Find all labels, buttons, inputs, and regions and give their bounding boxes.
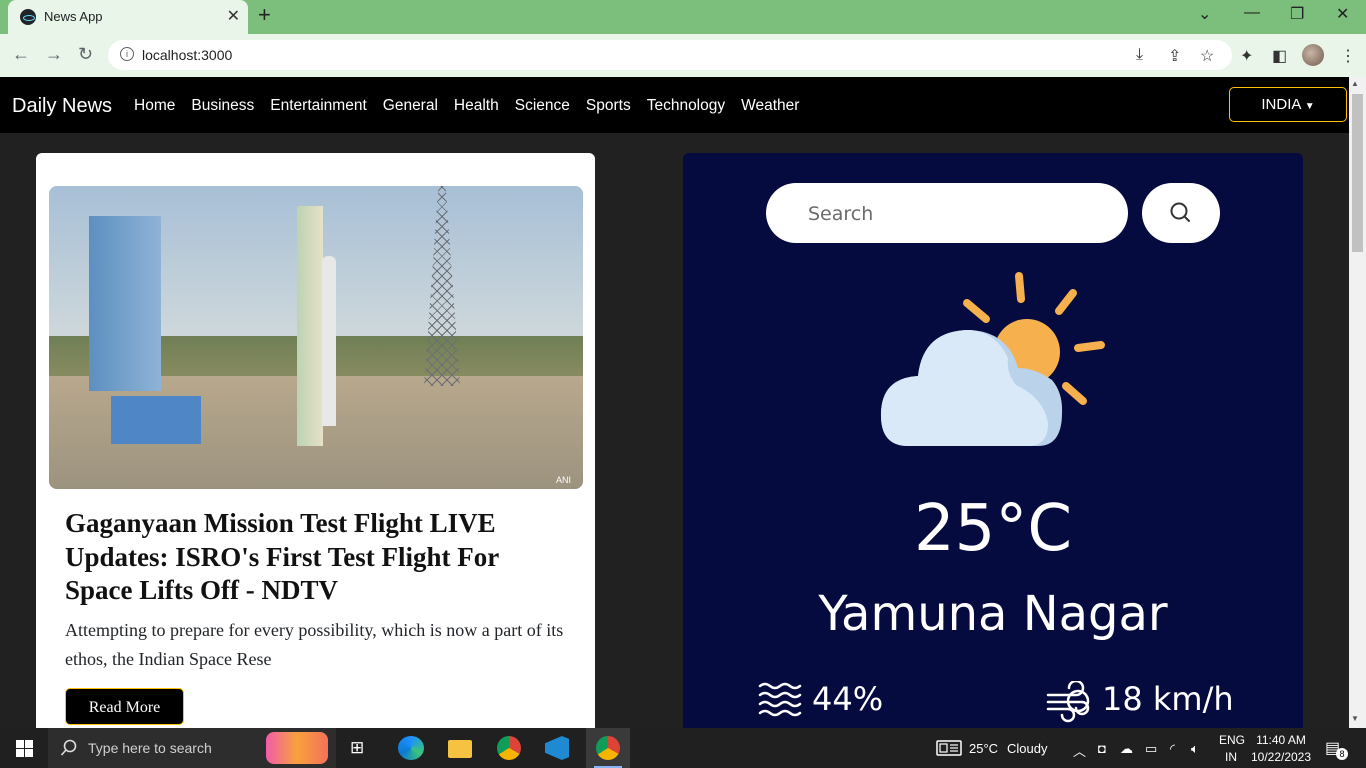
task-view-icon[interactable]: ⊞ [350, 738, 364, 758]
search-highlight-image [266, 732, 328, 764]
nav-links: Home Business Entertainment General Heal… [134, 97, 815, 115]
window-close-button[interactable]: ✕ [1336, 4, 1349, 24]
restore-button[interactable]: ❐ [1290, 4, 1304, 24]
taskbar-weather-temp[interactable]: 25°C [969, 741, 998, 756]
nav-link-home[interactable]: Home [134, 97, 175, 115]
show-hidden-icons-chevron-icon[interactable]: ︿ [1073, 741, 1086, 760]
image-credit: ANI [555, 475, 571, 485]
site-info-icon[interactable]: i [120, 47, 134, 61]
nav-link-technology[interactable]: Technology [647, 97, 725, 115]
scroll-up-arrow-icon[interactable]: ▲ [1351, 79, 1359, 88]
bookmark-star-icon[interactable]: ☆ [1200, 46, 1214, 66]
reload-icon[interactable]: ↻ [78, 44, 93, 65]
country-dropdown-button[interactable]: INDIA ▼ [1229, 87, 1347, 122]
minimize-button[interactable]: — [1244, 4, 1260, 22]
partly-cloudy-icon [880, 272, 1105, 446]
nav-link-entertainment[interactable]: Entertainment [270, 97, 367, 115]
search-icon [1170, 202, 1190, 222]
extensions-puzzle-icon[interactable]: ✦ [1240, 46, 1253, 66]
profile-avatar[interactable] [1302, 44, 1324, 66]
url-text: localhost:3000 [142, 47, 233, 63]
scrollbar-thumb[interactable] [1352, 94, 1363, 252]
scroll-down-arrow-icon[interactable]: ▼ [1351, 714, 1359, 723]
tab-search-chevron-icon[interactable]: ⌄ [1198, 4, 1211, 24]
notification-count-badge: 8 [1336, 748, 1348, 760]
region-code: IN [1225, 750, 1237, 764]
forward-arrow-icon[interactable]: → [45, 44, 63, 65]
nav-link-general[interactable]: General [383, 97, 438, 115]
address-bar[interactable]: i localhost:3000 [108, 40, 1232, 70]
read-more-button[interactable]: Read More [65, 688, 184, 725]
battery-icon[interactable]: ▭ [1145, 741, 1157, 757]
chrome-profile-icon [596, 736, 620, 760]
weather-search-button[interactable] [1142, 183, 1220, 243]
tab-close-icon[interactable]: ✕ [227, 6, 240, 26]
weather-city: Yamuna Nagar [818, 586, 1168, 642]
react-favicon-icon [20, 9, 36, 25]
weather-news-icon[interactable] [936, 740, 962, 756]
nav-link-health[interactable]: Health [454, 97, 499, 115]
share-icon[interactable]: ⇪ [1168, 46, 1181, 66]
install-app-icon[interactable]: ⤓ [1136, 46, 1143, 64]
onedrive-cloud-icon[interactable]: ☁ [1120, 741, 1133, 757]
new-tab-button[interactable]: + [258, 2, 271, 28]
news-image-rocket-launch: ANI [49, 186, 583, 489]
browser-menu-icon[interactable]: ⋮ [1340, 46, 1356, 66]
clock-time: 11:40 AM [1256, 733, 1306, 747]
humidity-value: 44% [812, 680, 884, 718]
taskbar-search-icon [60, 739, 77, 756]
meet-now-icon[interactable]: ◘ [1098, 741, 1106, 756]
back-arrow-icon[interactable]: ← [12, 44, 30, 65]
language-indicator[interactable]: ENG IN [1219, 733, 1246, 764]
tab-title: News App [44, 9, 103, 24]
news-description: Attempting to prepare for every possibil… [65, 620, 564, 669]
edge-icon[interactable] [398, 736, 424, 760]
nav-link-sports[interactable]: Sports [586, 97, 631, 115]
browser-tab[interactable]: News App ✕ [8, 0, 248, 34]
file-explorer-icon[interactable] [448, 740, 472, 758]
volume-icon[interactable]: 🔈︎ [1191, 741, 1199, 757]
active-chrome-taskbar-button[interactable] [586, 728, 630, 768]
taskbar-weather-text[interactable]: Cloudy [1007, 741, 1047, 756]
taskbar-search-placeholder: Type here to search [88, 740, 212, 756]
windows-start-icon[interactable] [16, 740, 33, 757]
wind-icon [1046, 681, 1090, 723]
taskbar-search-box[interactable]: Type here to search [48, 728, 336, 768]
humidity-waves-icon [758, 682, 802, 717]
side-panel-icon[interactable]: ◧ [1272, 46, 1287, 66]
wifi-icon[interactable]: ◜ [1170, 741, 1175, 757]
country-label: INDIA [1261, 96, 1301, 113]
clock-date: 10/22/2023 [1250, 750, 1312, 764]
weather-search-input[interactable] [806, 183, 1110, 245]
nav-link-weather[interactable]: Weather [741, 97, 799, 115]
wind-speed-value: 18 km/h [1102, 680, 1234, 718]
chrome-icon[interactable] [497, 736, 521, 760]
language-code: ENG [1219, 733, 1246, 747]
nav-link-science[interactable]: Science [515, 97, 570, 115]
brand-logo-text[interactable]: Daily News [12, 95, 112, 118]
weather-temperature: 25°C [913, 492, 1073, 566]
news-headline: Gaganyaan Mission Test Flight LIVE Updat… [65, 508, 499, 605]
weather-search-field[interactable] [766, 183, 1128, 245]
system-clock[interactable]: 11:40 AM 10/22/2023 [1250, 733, 1312, 764]
nav-link-business[interactable]: Business [191, 97, 254, 115]
caret-down-icon: ▼ [1304, 101, 1315, 112]
